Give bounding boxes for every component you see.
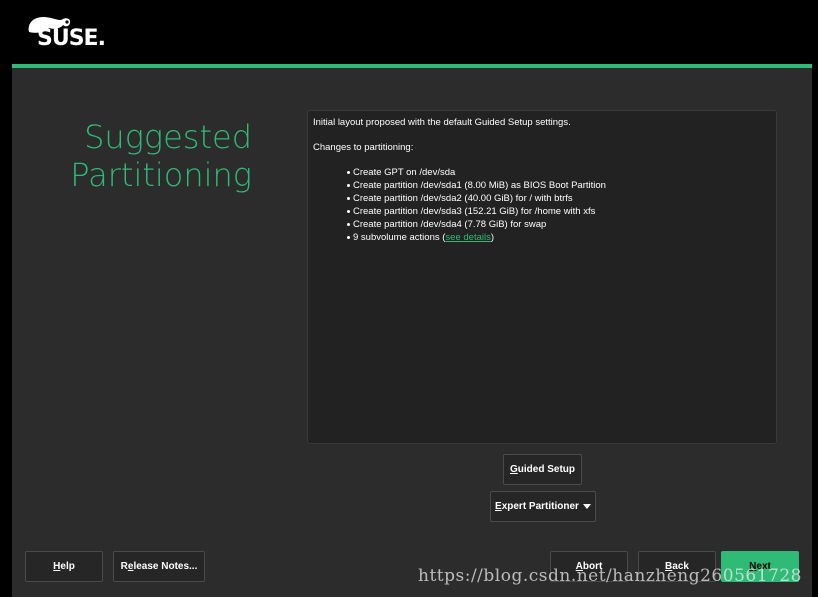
help-button[interactable]: Help [25, 551, 103, 582]
page-title: Suggested Partitioning [70, 118, 252, 194]
expert-partitioner-button[interactable]: Expert Partitioner [490, 491, 596, 522]
suse-logo: SUSE. [25, 14, 106, 52]
logo-text: SUSE. [37, 26, 106, 51]
list-item: Create partition /dev/sda1 (8.00 MiB) as… [347, 179, 771, 192]
list-item: Create partition /dev/sda3 (152.21 GiB) … [347, 205, 771, 218]
header: SUSE. [0, 0, 818, 66]
release-notes-button[interactable]: Re lease Notes... [113, 551, 205, 582]
see-details-link[interactable]: see details [445, 232, 490, 243]
list-item: Create GPT on /dev/sda [347, 166, 771, 179]
list-item: Create partition /dev/sda2 (40.00 GiB) f… [347, 192, 771, 205]
list-item: Create partition /dev/sda4 (7.78 GiB) fo… [347, 218, 771, 231]
chevron-down-icon [582, 504, 591, 509]
changes-heading: Changes to partitioning: [313, 142, 414, 153]
partition-summary: Initial layout proposed with the default… [307, 110, 777, 444]
summary-intro: Initial layout proposed with the default… [313, 117, 571, 128]
list-item-subvolumes: 9 subvolume actions (see details) [347, 231, 771, 244]
changes-list: Create GPT on /dev/sda Create partition … [313, 166, 771, 244]
guided-setup-button[interactable]: Guided Setup [503, 454, 582, 485]
watermark: https://blog.csdn.net/hanzheng260561728 [418, 566, 802, 586]
